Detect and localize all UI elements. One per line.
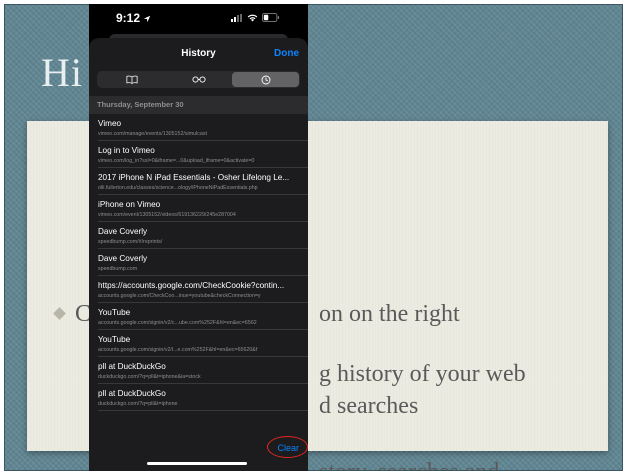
history-item-url: accounts.google.com/CheckCoo...inue=yout… bbox=[98, 293, 261, 299]
history-item-title: Log in to Vimeo bbox=[98, 146, 155, 155]
history-item-url: accounts.google.com/signin/v2/c...ube.co… bbox=[98, 320, 257, 326]
history-item-title: YouTube bbox=[98, 308, 131, 317]
history-item[interactable]: Dave Coverly speedbump.com/#/reprints/ bbox=[89, 222, 308, 249]
slide-bullet-text-5: story, searches and bbox=[319, 459, 499, 470]
history-clock-icon bbox=[261, 75, 270, 84]
history-item-url: vimeo.com/event/1305152/videos/619136229… bbox=[98, 212, 236, 218]
history-item[interactable]: Log in to Vimeo vimeo.com/log_in?ssl=0&i… bbox=[89, 141, 308, 168]
location-arrow-icon bbox=[144, 15, 151, 23]
history-item-url: vimeo.com/log_in?ssl=0&iframe=...0&uploa… bbox=[98, 158, 255, 164]
history-item[interactable]: https://accounts.google.com/CheckCookie?… bbox=[89, 276, 308, 303]
home-indicator[interactable] bbox=[147, 462, 247, 465]
section-date-label: Thursday, September 30 bbox=[97, 100, 184, 109]
history-item-title: YouTube bbox=[98, 335, 131, 344]
signal-icon bbox=[231, 13, 243, 22]
history-item-title: iPhone on Vimeo bbox=[98, 200, 161, 209]
history-item-title: pll at DuckDuckGo bbox=[98, 362, 166, 371]
history-item[interactable]: 2017 iPhone N iPad Essentials - Osher Li… bbox=[89, 168, 308, 195]
history-item-url: vimeo.com/manage/events/1305152/simulcas… bbox=[98, 131, 207, 137]
bookmarks-icon bbox=[125, 75, 138, 84]
status-time: 9:12 bbox=[116, 11, 151, 25]
status-icons bbox=[231, 13, 280, 22]
tab-history[interactable] bbox=[232, 72, 299, 87]
slide-bullet-text-4: d searches bbox=[319, 393, 419, 419]
history-item-url: olli.fullerton.edu/classes/science...olo… bbox=[98, 185, 258, 191]
tab-bookmarks[interactable] bbox=[98, 72, 165, 87]
history-item[interactable]: YouTube accounts.google.com/signin/v2/c.… bbox=[89, 303, 308, 330]
phone-screen: 9:12 History Done Thursday, September 30… bbox=[89, 4, 308, 471]
slide-title: Hi bbox=[41, 50, 83, 95]
history-item-url: duckduckgo.com/?q=pll&t=iphone bbox=[98, 401, 178, 407]
history-item-title: pll at DuckDuckGo bbox=[98, 389, 166, 398]
history-item-url: duckduckgo.com/?q=pll&t=iphone&ia=stock bbox=[98, 374, 201, 380]
section-header: Thursday, September 30 bbox=[89, 96, 308, 114]
history-item-title: 2017 iPhone N iPad Essentials - Osher Li… bbox=[98, 173, 290, 182]
history-item[interactable]: iPhone on Vimeo vimeo.com/event/1305152/… bbox=[89, 195, 308, 222]
bullet-icon bbox=[53, 307, 66, 320]
history-item-title: https://accounts.google.com/CheckCookie?… bbox=[98, 281, 285, 290]
done-button[interactable]: Done bbox=[274, 48, 299, 59]
wifi-icon bbox=[247, 14, 258, 22]
history-item-url: speedbump.com/#/reprints/ bbox=[98, 239, 163, 245]
clear-button[interactable]: Clear bbox=[277, 443, 299, 453]
history-item[interactable]: YouTube accounts.google.com/signin/v2/l.… bbox=[89, 330, 308, 357]
history-item[interactable]: pll at DuckDuckGo duckduckgo.com/?q=pll&… bbox=[89, 357, 308, 384]
history-item-url: accounts.google.com/signin/v2/l...e.com%… bbox=[98, 347, 258, 353]
history-item-url: speedbump.com bbox=[98, 266, 138, 272]
sheet-header: History Done bbox=[89, 38, 308, 68]
history-item[interactable]: Dave Coverly speedbump.com bbox=[89, 249, 308, 276]
segmented-control bbox=[97, 71, 300, 88]
history-sheet: History Done Thursday, September 30 Vime… bbox=[89, 38, 308, 471]
history-item[interactable]: Vimeo vimeo.com/manage/events/1305152/si… bbox=[89, 114, 308, 141]
slide-bullet-text-3: g history of your web bbox=[319, 361, 526, 387]
history-item[interactable]: pll at DuckDuckGo duckduckgo.com/?q=pll&… bbox=[89, 384, 308, 411]
history-list: Vimeo vimeo.com/manage/events/1305152/si… bbox=[89, 114, 308, 411]
slide-bullet-text-2: on on the right bbox=[319, 301, 460, 327]
history-item-title: Dave Coverly bbox=[98, 254, 148, 263]
reading-list-icon bbox=[191, 76, 206, 83]
history-item-title: Dave Coverly bbox=[98, 227, 148, 236]
status-bar: 9:12 bbox=[89, 4, 308, 34]
history-item-title: Vimeo bbox=[98, 119, 122, 128]
tab-reading-list[interactable] bbox=[165, 72, 232, 87]
battery-icon bbox=[262, 13, 280, 22]
